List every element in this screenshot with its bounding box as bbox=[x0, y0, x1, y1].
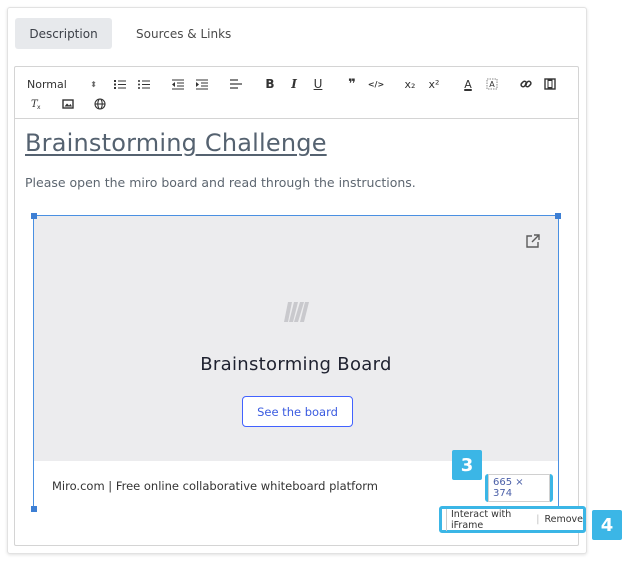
annotation-badge-3: 3 bbox=[452, 450, 482, 480]
outdent-icon[interactable] bbox=[169, 75, 187, 93]
svg-text:x: x bbox=[37, 104, 41, 110]
resize-handle-top-left[interactable] bbox=[31, 213, 37, 219]
bullet-list-icon[interactable] bbox=[135, 75, 153, 93]
tab-description[interactable]: Description bbox=[15, 18, 112, 49]
iframe-size-label: 665 × 374 bbox=[488, 474, 550, 502]
link-icon[interactable] bbox=[517, 75, 535, 93]
tab-bar: Description Sources & Links bbox=[15, 18, 247, 49]
separator: | bbox=[536, 514, 540, 525]
code-button[interactable]: </> bbox=[367, 75, 385, 93]
highlight-icon[interactable]: A bbox=[483, 75, 501, 93]
board-title: Brainstorming Board bbox=[200, 354, 392, 375]
indent-icon[interactable] bbox=[193, 75, 211, 93]
resize-handle-top-right[interactable] bbox=[555, 213, 561, 219]
font-color-button[interactable]: A bbox=[459, 75, 477, 93]
iframe-actions: Interact with iFrame | Remove bbox=[439, 506, 586, 533]
video-icon[interactable] bbox=[541, 75, 559, 93]
svg-text:A: A bbox=[489, 80, 495, 89]
bold-button[interactable]: B bbox=[261, 75, 279, 93]
editor-panel: Description Sources & Links Normal ⬍ B I… bbox=[7, 7, 587, 554]
image-icon[interactable] bbox=[59, 95, 77, 113]
underline-button[interactable]: U bbox=[309, 75, 327, 93]
superscript-button[interactable]: x² bbox=[425, 75, 443, 93]
clear-format-icon[interactable]: Tx bbox=[27, 95, 45, 113]
miro-logo-icon bbox=[283, 300, 311, 324]
iframe-size-indicator: 665 × 374 bbox=[485, 474, 553, 502]
annotation-badge-4: 4 bbox=[592, 510, 622, 540]
interact-iframe-button[interactable]: Interact with iFrame bbox=[451, 509, 531, 531]
updown-arrow-icon: ⬍ bbox=[90, 79, 97, 89]
embed-source-text: Miro.com | Free online collaborative whi… bbox=[52, 479, 378, 493]
align-left-icon[interactable] bbox=[227, 75, 245, 93]
globe-icon[interactable] bbox=[91, 95, 109, 113]
resize-handle-bottom-left[interactable] bbox=[31, 506, 37, 512]
format-select[interactable]: Normal ⬍ bbox=[27, 78, 97, 91]
remove-iframe-button[interactable]: Remove bbox=[544, 514, 583, 525]
subscript-button[interactable]: x₂ bbox=[401, 75, 419, 93]
format-select-value: Normal bbox=[27, 77, 67, 91]
external-link-icon[interactable] bbox=[524, 232, 542, 250]
see-board-button[interactable]: See the board bbox=[242, 396, 353, 427]
instruction-text: Please open the miro board and read thro… bbox=[25, 175, 416, 190]
page-title: Brainstorming Challenge bbox=[25, 129, 327, 157]
embed-preview: Brainstorming Board See the board bbox=[34, 216, 558, 461]
editor-toolbar: Normal ⬍ B I U ❞ </> x₂ x² A A T x bbox=[15, 67, 578, 119]
italic-button[interactable]: I bbox=[285, 75, 303, 93]
quote-button[interactable]: ❞ bbox=[343, 75, 361, 93]
ordered-list-icon[interactable] bbox=[111, 75, 129, 93]
tab-sources-links[interactable]: Sources & Links bbox=[120, 18, 247, 49]
editor-content[interactable]: Brainstorming Challenge Please open the … bbox=[25, 129, 568, 190]
